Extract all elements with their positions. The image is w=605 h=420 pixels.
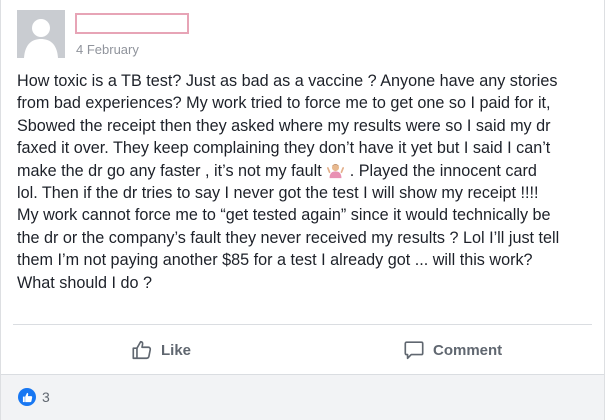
default-avatar-icon: [17, 10, 65, 58]
like-label: Like: [161, 341, 192, 359]
post-text-line: the dr or the company’s fault they never…: [17, 228, 560, 247]
post-text-line: faxed it over. They keep complaining the…: [17, 139, 551, 158]
reaction-count[interactable]: 3: [42, 389, 50, 405]
post-text-line: What should I do ?: [17, 273, 152, 292]
comment-button[interactable]: Comment: [403, 337, 502, 363]
post-text-line: from bad experiences? My work tried to f…: [17, 94, 551, 113]
like-button[interactable]: Like: [131, 337, 191, 363]
avatar[interactable]: [17, 10, 65, 58]
post-text-line: Sbowed the receipt then they asked where…: [17, 116, 551, 135]
thumbs-up-reaction-icon[interactable]: [18, 388, 36, 406]
action-bar-divider: [13, 324, 592, 325]
post-text-line: My work cannot force me to “get tested a…: [17, 206, 551, 225]
redacted-author-name: [75, 13, 189, 34]
post-text-line: them I’m not paying another $85 for a te…: [17, 251, 533, 270]
post-text-segment: make the dr go any faster , it’s not my …: [17, 161, 322, 180]
post-date[interactable]: 4 February: [76, 42, 139, 57]
post-text-line: lol. Then if the dr tries to say I never…: [17, 184, 539, 203]
comment-label: Comment: [433, 341, 503, 359]
reactions-bar: 3: [1, 374, 604, 420]
post-text-segment: . Played the innocent card: [349, 161, 537, 180]
post-text: How toxic is a TB test? Just as bad as a…: [17, 70, 599, 294]
post-card: 4 February How toxic is a TB test? Just …: [0, 0, 605, 420]
post-text-line: How toxic is a TB test? Just as bad as a…: [17, 72, 558, 90]
thumbs-up-icon: [22, 392, 32, 402]
post-text-line-with-emoji: make the dr go any faster , it’s not my …: [17, 160, 599, 182]
thumbs-up-icon: [132, 340, 152, 360]
person-shrugging-emoji-icon: [327, 163, 345, 178]
comment-icon: [404, 341, 424, 360]
